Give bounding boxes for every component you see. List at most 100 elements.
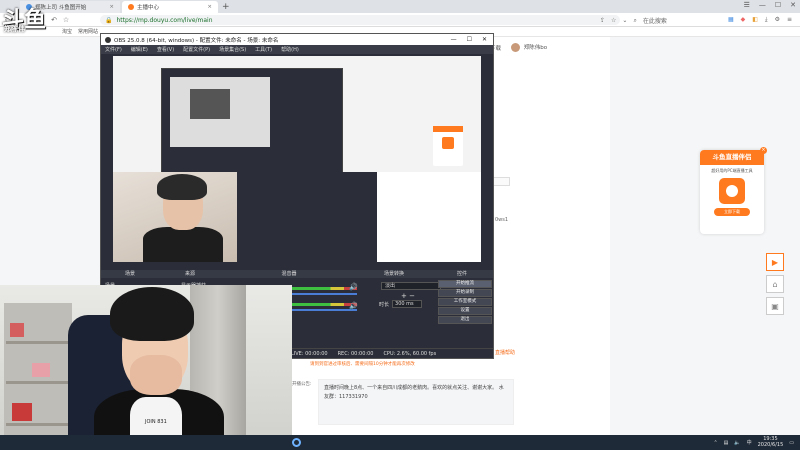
bookmark-item[interactable]: 常用网站 [78,28,98,35]
dropdown-icon[interactable]: ⌄ [622,17,627,24]
audio-meter [291,287,357,290]
promo-download-button[interactable]: 立即下载 [714,208,750,216]
menu-tools[interactable]: 工具(T) [255,46,272,53]
url-actions: ⇪ ☆ ⌄ ⌕ 在此搜索 [600,16,667,26]
tab-favicon-icon [128,4,134,10]
start-icon[interactable] [292,438,301,447]
screen-icon[interactable]: ▣ [766,297,784,315]
shirt-text: JOIN 831 [145,419,167,425]
game-icon[interactable]: ◆ [741,16,746,24]
preview-nested-obs-2 [190,89,230,119]
chevron-up-icon[interactable]: ⌃ [713,440,717,446]
share-icon[interactable]: ⇪ [600,17,605,24]
promo-title: 斗鱼直播伴侣 [700,150,764,165]
settings-icon[interactable]: ⚙ [775,16,780,24]
network-icon[interactable]: ▤ [724,440,729,446]
menu-icon[interactable]: ☰ [744,1,750,9]
url-text: https://mp.douyu.com/live/main [116,16,213,24]
duration-input[interactable]: 300 ms [392,300,423,308]
obs-window-controls: — ☐ ✕ [451,36,493,43]
close-icon[interactable]: ✕ [482,36,487,43]
tab-label: 主播中心 [137,5,160,11]
volume-slider[interactable] [291,293,357,295]
promo-card: 斗鱼直播伴侣 超好用的PC端直播工具 立即下载 × [700,147,767,234]
preview-webcam [113,172,237,262]
user-menu[interactable]: 郑陈伟bo [511,43,547,52]
minimize-icon[interactable]: — [759,1,766,9]
browser-tab-bar: 郑陈上司 斗鱼图开始 × 主播中心 × + ☰ — ☐ ✕ [0,0,800,13]
minimize-icon[interactable]: — [451,36,457,43]
volume-icon[interactable]: 🔈 [734,440,740,446]
volume-slider[interactable] [291,309,357,311]
webcam-overlay: JOIN 831 [0,285,292,450]
obs-icon [105,36,111,43]
notification-icon[interactable]: ▭ [789,440,794,446]
bookmark-item[interactable]: 淘宝 [62,28,72,35]
taskbar: ⌃ ▤ 🔈 中 19:35 2020/6/15 ▭ [0,435,800,450]
cpu-fps: CPU: 2.6%, 60.00 fps [383,350,437,357]
maximize-icon[interactable]: ☐ [467,36,472,43]
preview-obs-docks [237,172,377,262]
start-record-button[interactable]: 开始录制 [438,289,492,297]
extension-icon[interactable]: ◧ [752,16,758,24]
url-input[interactable]: 🔒 https://mp.douyu.com/live/main [100,15,620,25]
logo-small-text: 郑陈伟 [4,25,25,33]
new-tab-icon[interactable]: + [222,2,230,12]
start-stream-button[interactable]: 开始推流 [438,280,492,288]
lock-icon: 🔒 [105,16,113,24]
studio-mode-button[interactable]: 工作室模式 [438,298,492,306]
search-label[interactable]: 在此搜索 [643,16,667,25]
live-time: LIVE: 00:00:00 [291,350,328,357]
notice-label: 开播公告: [292,382,312,387]
streamer-hair [110,287,194,341]
menu-view[interactable]: 查看(V) [157,46,174,53]
dock-transitions-title: 场景转换 [383,271,404,277]
douyu-logo-icon [719,178,745,204]
streamer-hand [130,355,182,395]
exit-button[interactable]: 退出 [438,316,492,324]
search-icon[interactable]: ⌕ [633,17,636,25]
preview-nested-obs [161,68,343,182]
dock-headers: 场景 来源 混音器 场景转换 控件 [101,270,493,278]
avatar [511,43,521,52]
settings-button[interactable]: 设置 [438,307,492,315]
menu-profile[interactable]: 配置文件(P) [183,46,210,53]
duration-row: 时长 300 ms [379,300,423,308]
dock-sources-title: 来源 [184,271,195,277]
ime-icon[interactable]: 中 [747,439,752,446]
audio-mixer [291,284,357,314]
close-promo-icon[interactable]: × [760,147,767,154]
bookshelf [4,303,72,443]
clock[interactable]: 19:35 2020/6/15 [758,436,784,448]
obs-titlebar: OBS 25.0.8 (64-bit, windows) - 配置文件: 未命名… [101,34,493,45]
download-icon[interactable]: ⤓ [765,16,768,24]
review-hint: 请到到官进过审核后、需要间隔10分钟才能再次修改 [310,362,415,367]
system-tray: ⌃ ▤ 🔈 中 19:35 2020/6/15 ▭ [713,436,794,448]
dock-controls-title: 控件 [456,271,467,277]
add-transition-icon[interactable]: + − [401,292,415,300]
play-icon[interactable]: ▶ [766,253,784,271]
maximize-icon[interactable]: ☐ [775,1,781,9]
preview-promo [433,126,463,166]
obs-preview[interactable] [113,56,481,262]
speaker-icon[interactable]: 🔊 [349,283,358,291]
close-tab-icon[interactable]: × [207,4,212,10]
toolbar-icons: ▦ ◆ ◧ ⤓ ⚙ ≡ [728,16,792,24]
transition-select[interactable]: 淡出 [381,282,441,290]
menu-help[interactable]: 帮助(H) [281,46,299,53]
apps-icon[interactable]: ▦ [728,16,734,24]
tab-anchor-center[interactable]: 主播中心 × [122,1,218,13]
close-tab-icon[interactable]: × [109,4,114,10]
home-icon[interactable]: ⌂ [766,275,784,293]
notice-textarea[interactable]: 直播时间晚上8点、一个来自四川成都的老鹅肉。喜欢的就点关注、谢谢大家。 水友群：… [318,379,514,425]
close-icon[interactable]: ✕ [790,1,796,9]
audio-meter [291,303,357,306]
more-icon[interactable]: ≡ [787,16,792,24]
menu-file[interactable]: 文件(F) [105,46,122,53]
favorite-icon[interactable]: ☆ [611,17,616,24]
menu-scene-collection[interactable]: 场景集合(S) [219,46,246,53]
menu-edit[interactable]: 编辑(E) [131,46,148,53]
help-link[interactable]: 直播帮助 [495,349,515,356]
side-buttons: ▶ ⌂ ▣ [766,253,784,315]
speaker-icon[interactable]: 🔊 [349,302,358,310]
